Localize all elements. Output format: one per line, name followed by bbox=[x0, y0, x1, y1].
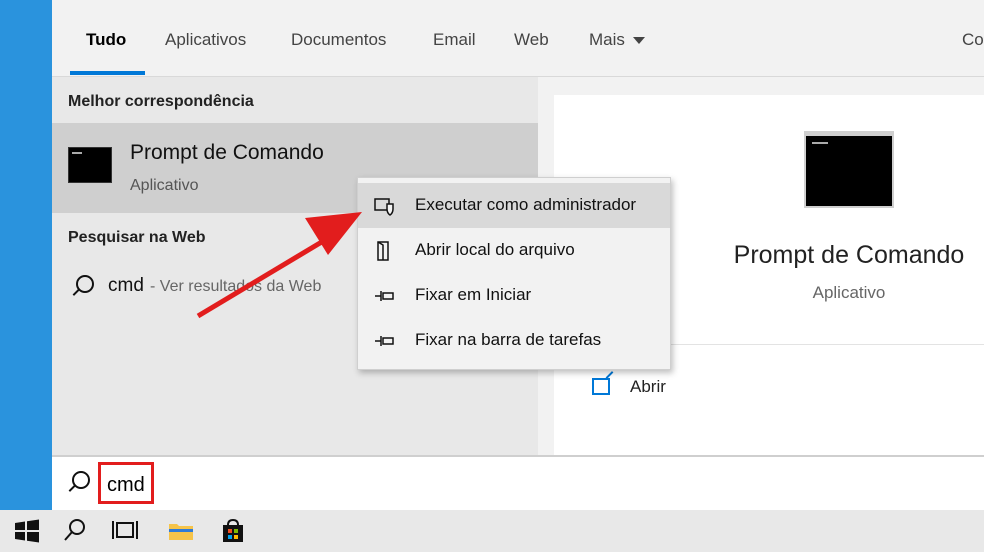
windows-start-icon[interactable] bbox=[12, 516, 42, 546]
search-input[interactable]: cmd bbox=[98, 462, 154, 504]
tab-mais-label: Mais bbox=[589, 30, 625, 49]
tab-aplicativos[interactable]: Aplicativos bbox=[165, 30, 246, 50]
menu-item-label: Fixar na barra de tarefas bbox=[415, 330, 602, 349]
menu-item-label: Abrir local do arquivo bbox=[415, 240, 575, 259]
command-prompt-icon bbox=[68, 144, 112, 183]
menu-item-pin-to-taskbar[interactable]: Fixar na barra de tarefas bbox=[358, 318, 670, 363]
microsoft-store-icon[interactable] bbox=[218, 516, 248, 546]
tabs-overflow-button[interactable]: Co bbox=[962, 30, 984, 50]
menu-item-open-file-location[interactable]: Abrir local do arquivo bbox=[358, 228, 670, 273]
file-explorer-icon[interactable] bbox=[166, 516, 196, 546]
tab-tudo[interactable]: Tudo bbox=[86, 30, 126, 50]
best-match-subtitle: Aplicativo bbox=[130, 177, 199, 194]
menu-item-run-as-admin[interactable]: Executar como administrador bbox=[358, 183, 670, 228]
search-bar: cmd bbox=[52, 455, 984, 512]
tab-documentos[interactable]: Documentos bbox=[291, 30, 386, 50]
best-match-heading: Melhor correspondência bbox=[68, 93, 254, 110]
desktop-background bbox=[0, 0, 52, 510]
context-menu: Executar como administrador Abrir local … bbox=[357, 177, 671, 370]
search-input-value: cmd bbox=[107, 474, 145, 496]
tab-email[interactable]: Email bbox=[433, 30, 476, 50]
command-prompt-icon bbox=[804, 131, 894, 208]
web-search-heading: Pesquisar na Web bbox=[68, 229, 206, 246]
search-icon bbox=[76, 275, 94, 293]
open-action[interactable]: Abrir bbox=[630, 377, 666, 397]
tab-web[interactable]: Web bbox=[514, 30, 549, 50]
task-view-icon[interactable] bbox=[110, 516, 140, 546]
pin-icon bbox=[375, 291, 394, 301]
active-tab-indicator bbox=[70, 71, 145, 75]
web-search-query: cmd bbox=[108, 275, 144, 296]
taskbar bbox=[0, 510, 984, 552]
tabs-bar: Tudo Aplicativos Documentos Email Web Ma… bbox=[52, 0, 984, 77]
web-search-hint: - Ver resultados da Web bbox=[150, 278, 322, 295]
search-icon[interactable] bbox=[60, 516, 90, 546]
tab-mais[interactable]: Mais bbox=[589, 30, 645, 50]
admin-shield-icon bbox=[374, 198, 394, 216]
pin-icon bbox=[375, 336, 394, 346]
menu-item-pin-to-start[interactable]: Fixar em Iniciar bbox=[358, 273, 670, 318]
best-match-title: Prompt de Comando bbox=[130, 141, 324, 164]
search-icon bbox=[72, 471, 90, 489]
open-icon bbox=[592, 378, 610, 395]
menu-item-label: Executar como administrador bbox=[415, 195, 637, 214]
chevron-down-icon bbox=[632, 37, 645, 45]
file-location-icon bbox=[377, 241, 389, 261]
menu-item-label: Fixar em Iniciar bbox=[415, 285, 532, 304]
